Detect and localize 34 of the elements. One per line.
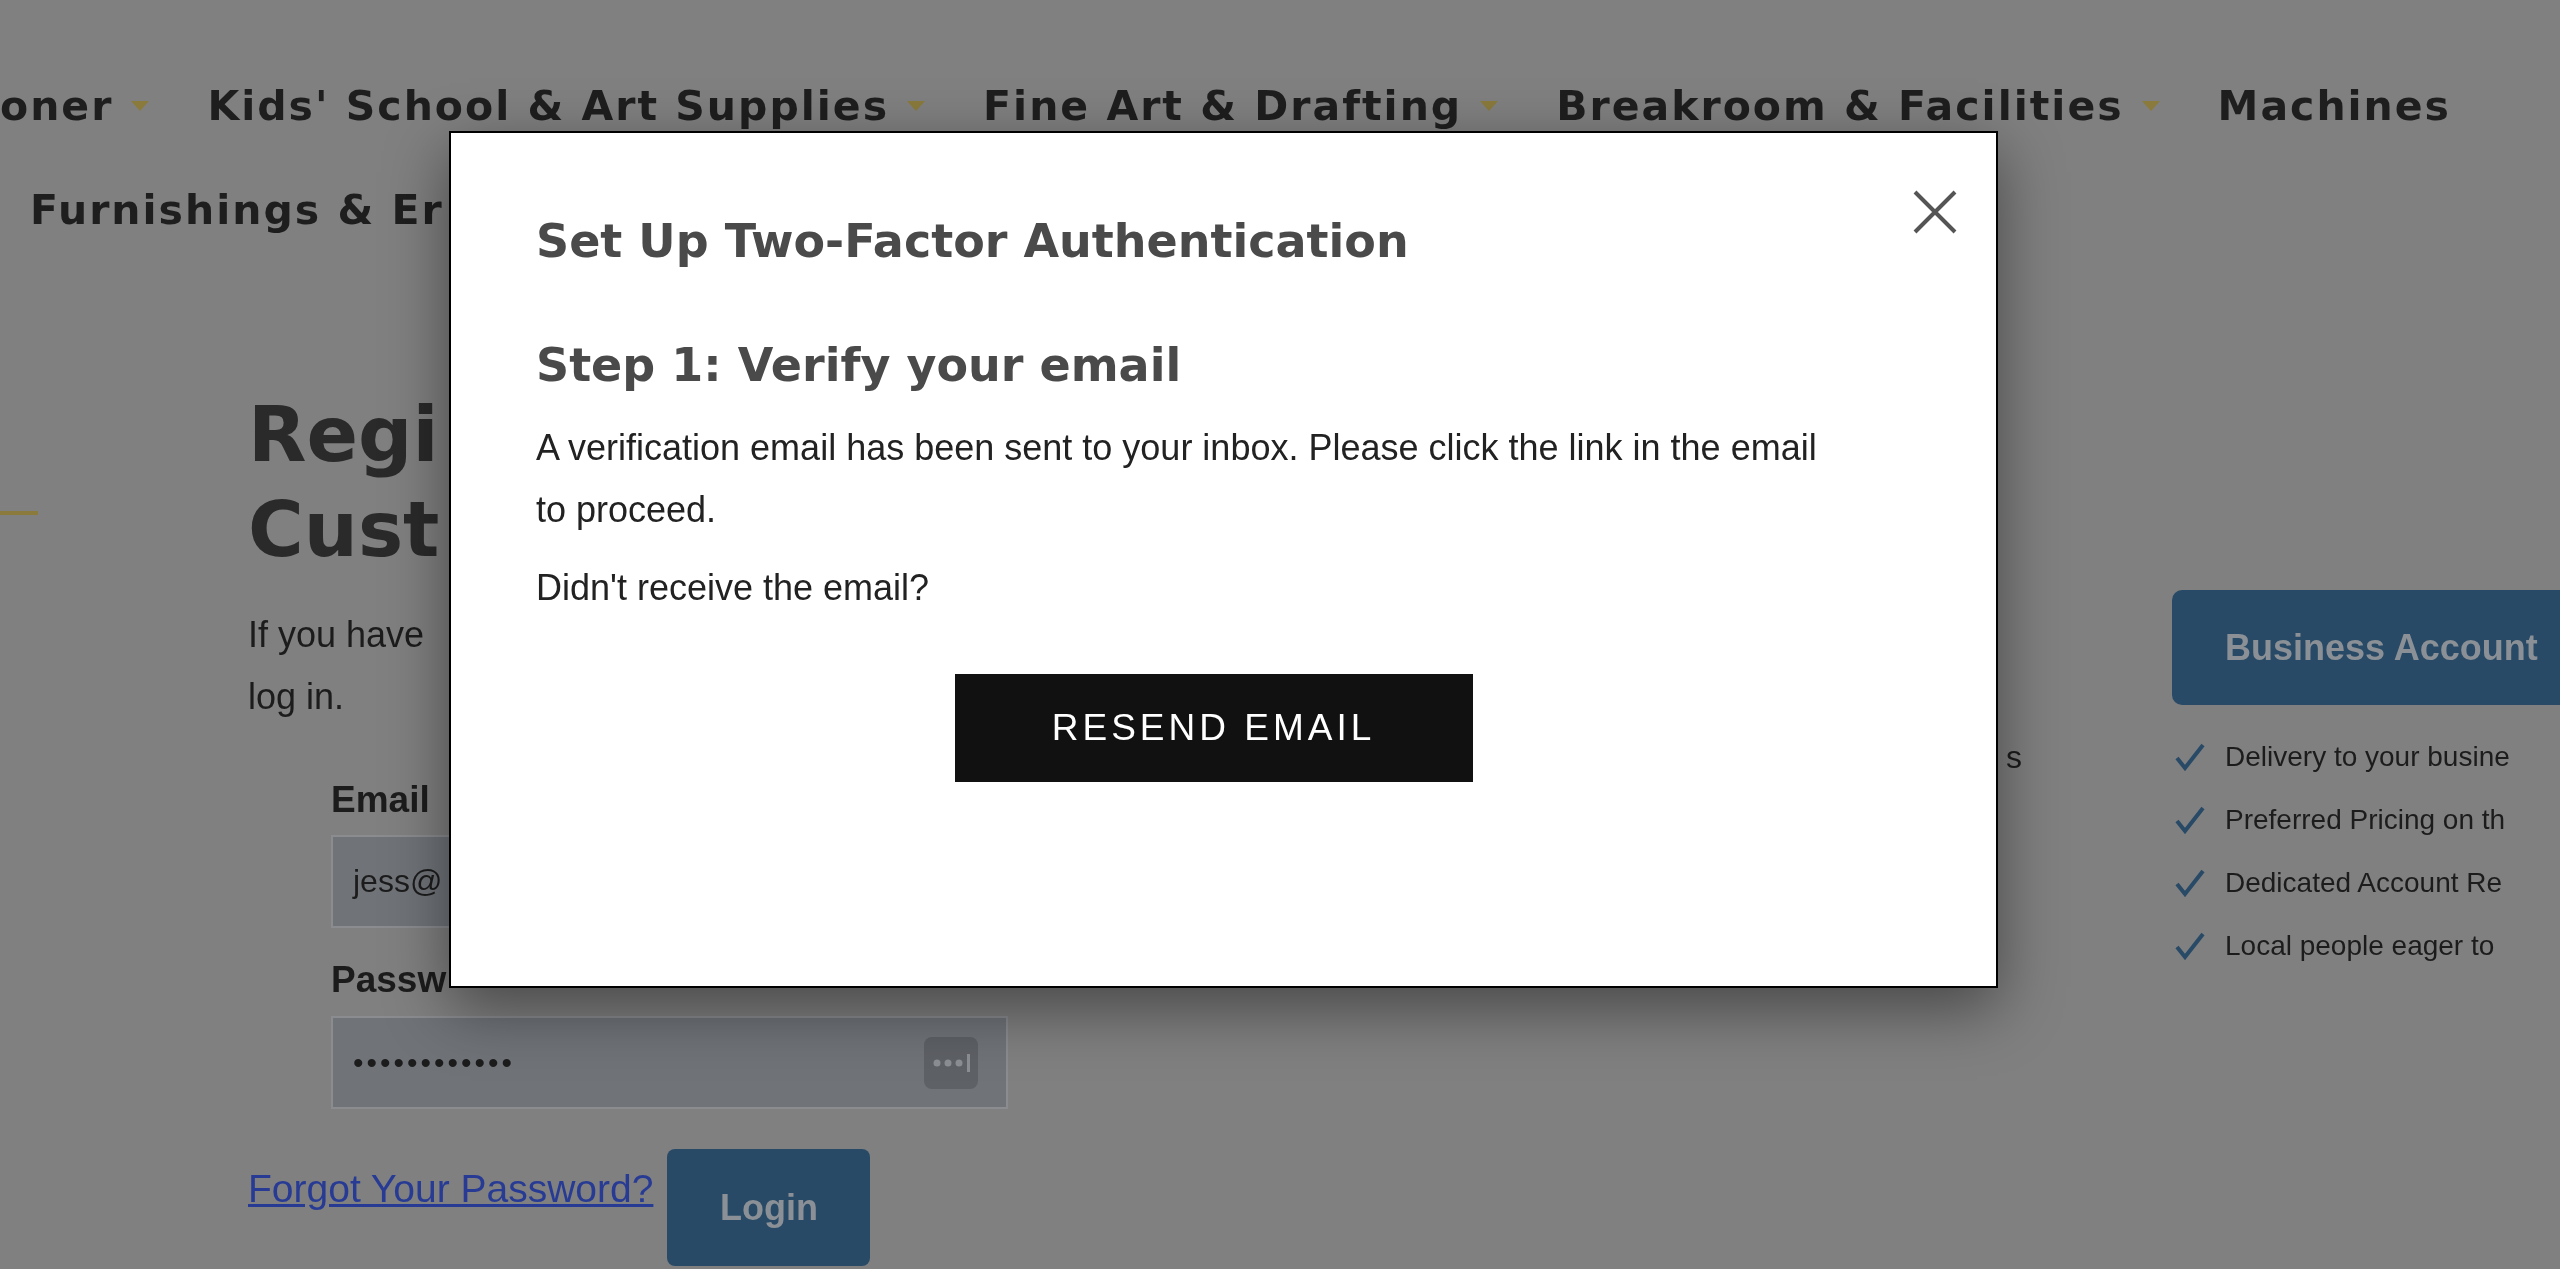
check-icon (2175, 868, 2205, 897)
resend-email-button[interactable]: RESEND EMAIL (954, 674, 1473, 782)
business-account-button[interactable]: Business Account (2172, 590, 2560, 705)
nav-menu-item[interactable]: Breakroom & Facilities (1556, 82, 2160, 130)
dialog-title: Set Up Two-Factor Authentication (536, 213, 1410, 270)
caret-icon (1480, 101, 1499, 111)
partial-text: s (2006, 739, 2022, 777)
verification-message: A verification email has been sent to your inbox. Please click the link in the email to proceed. (536, 426, 1818, 532)
password-label: Passw (331, 958, 447, 1002)
nav-menu-item[interactable]: Fine Art & Drafting (983, 82, 1499, 130)
caret-icon (131, 101, 150, 111)
password-field[interactable]: •••••••••••• (331, 1016, 1008, 1109)
benefit-text: Local people eager to (2225, 929, 2495, 962)
benefit-text: Delivery to your busine (2225, 740, 2510, 773)
login-button[interactable]: Login (667, 1149, 871, 1266)
caret-icon (907, 101, 926, 111)
nav-menu-item[interactable]: Machines (2217, 82, 2452, 130)
nav-menu-item[interactable]: Kids' School & Art Supplies (207, 82, 926, 130)
benefit-text: Dedicated Account Re (2225, 866, 2503, 899)
page-heading: Cust (248, 484, 440, 576)
page-heading: Regi (248, 389, 439, 481)
resend-prompt: Didn't receive the email? (536, 566, 931, 610)
check-icon (2175, 742, 2205, 771)
check-icon (2175, 805, 2205, 834)
caret-icon (2141, 101, 2160, 111)
close-icon[interactable] (1912, 189, 1958, 235)
step-heading: Step 1: Verify your email (536, 337, 1183, 394)
intro-text: If you have log in. (248, 613, 425, 719)
forgot-password-link[interactable]: Forgot Your Password? (248, 1167, 654, 1211)
nav-menu-item[interactable]: Furnishings & Er (30, 186, 444, 234)
check-icon (2175, 931, 2205, 960)
email-label: Email (331, 778, 430, 822)
nav-menu-item[interactable]: oner (0, 82, 150, 130)
benefit-text: Preferred Pricing on th (2225, 803, 2506, 836)
